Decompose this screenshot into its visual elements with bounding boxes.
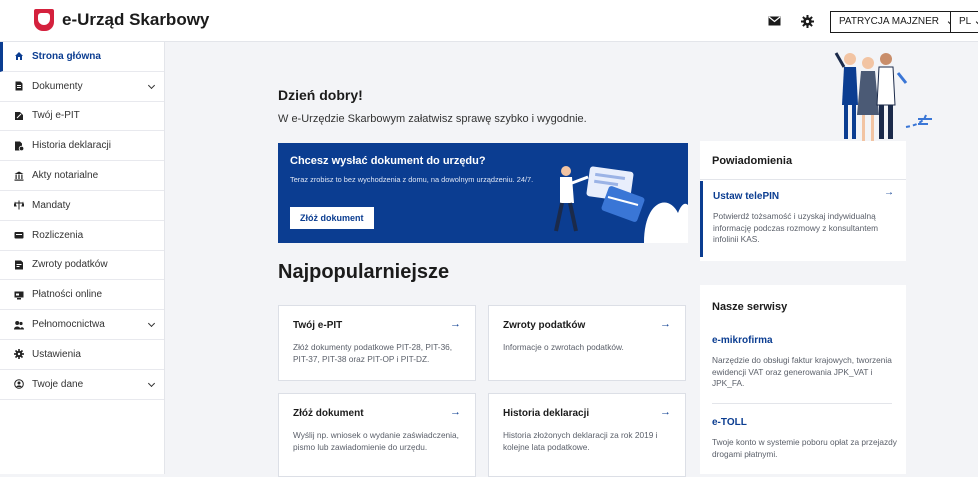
card-title: Złóż dokument [293,408,364,419]
sidebar-item-notary[interactable]: Akty notarialne [0,161,164,191]
card-zwroty-podatkow[interactable]: Zwroty podatków → Informacje o zwrotach … [488,305,686,381]
service-text: Narzędzie do obsługi faktur krajowych, t… [712,355,892,388]
card-text: Wyślij np. wniosek o wydanie zaświadczen… [293,430,459,452]
arrow-right-icon: → [660,406,671,418]
notary-icon [14,171,24,181]
service-text: Twoje konto w systemie poboru opłat za p… [712,437,897,459]
notification-text: Potwierdź tożsamość i uzyskaj indywidual… [713,211,879,244]
card-title: Twój e-PIT [293,320,343,331]
card-text: Złóż dokumenty podatkowe PIT-28, PIT-36,… [293,342,453,364]
fine-icon [14,200,24,210]
card-title: Zwroty podatków [503,320,586,331]
chevron-down-icon [147,320,156,328]
payment-icon [14,291,24,300]
sidebar-item-proxies[interactable]: Pełnomocnictwa [0,310,164,340]
sidebar-item-label: Akty notarialne [32,170,99,182]
services-title: Nasze serwisy [712,301,788,313]
chevron-down-icon [147,81,156,89]
mail-icon[interactable] [766,13,782,29]
user-icon [14,379,24,389]
banner-illustration [554,166,688,243]
top-bar: e-Urząd Skarbowy PATRYCJA MAJZNER PL [0,0,978,42]
arrow-right-icon: → [660,318,671,330]
user-menu-button[interactable]: PATRYCJA MAJZNER [830,11,963,33]
sidebar-item-label: Twoje dane [32,378,84,390]
sidebar-item-label: Mandaty [32,199,71,211]
sidebar-item-label: Ustawienia [32,348,81,360]
home-icon [15,52,23,61]
arrow-right-icon: → [450,318,461,330]
submit-document-button[interactable]: Złóż dokument [290,207,374,229]
history-icon [15,141,24,151]
sidebar-item-documents[interactable]: Dokumenty [0,72,164,102]
services-panel: Nasze serwisy e-mikrofirma Narzędzie do … [700,285,906,474]
sidebar: Strona główna Dokumenty Twój e-PIT Histo… [0,42,165,474]
arrow-right-icon: → [884,187,894,198]
sidebar-item-label: Strona główna [32,50,101,62]
greeting-heading: Dzień dobry! [278,87,363,103]
settlement-icon [14,232,24,239]
people-illustration [834,52,932,141]
notifications-panel: Powiadomienia Ustaw telePIN → Potwierdź … [700,141,906,261]
sidebar-item-settlements[interactable]: Rozliczenia [0,221,164,251]
card-text: Informacje o zwrotach podatków. [503,342,624,352]
popular-section-title: Najpopularniejsze [278,261,450,283]
proxy-icon [14,320,24,330]
arrow-right-icon: → [450,406,461,418]
sidebar-item-label: Dokumenty [32,80,83,92]
sidebar-item-label: Twój e-PIT [32,110,80,122]
card-title: Historia deklaracji [503,408,590,419]
sidebar-item-your-data[interactable]: Twoje dane [0,370,164,400]
sidebar-item-label: Zwroty podatków [32,259,108,271]
notifications-title: Powiadomienia [712,155,793,167]
document-icon [15,81,23,91]
sidebar-item-label: Rozliczenia [32,229,84,241]
sidebar-item-label: Pełnomocnictwa [32,319,105,331]
chevron-down-icon [147,379,156,387]
card-twoj-epit[interactable]: Twój e-PIT → Złóż dokumenty podatkowe PI… [278,305,476,381]
sidebar-item-epit[interactable]: Twój e-PIT [0,102,164,132]
service-link-e-toll[interactable]: e-TOLL [712,417,747,428]
greeting-subtitle: W e-Urzędzie Skarbowym załatwisz sprawę … [278,113,587,125]
sidebar-item-online-payments[interactable]: Płatności online [0,280,164,311]
main-content: Dzień dobry! W e-Urzędzie Skarbowym zała… [166,43,978,477]
telepin-notification[interactable]: Ustaw telePIN → Potwierdź tożsamość i uz… [700,181,906,257]
card-text: Historia złożonych deklaracji za rok 201… [503,430,658,452]
service-link-e-mikrofirma[interactable]: e-mikrofirma [712,335,773,346]
sidebar-item-fines[interactable]: Mandaty [0,191,164,221]
language-select[interactable]: PL [950,11,978,33]
gear-icon [14,349,24,360]
sidebar-item-history[interactable]: Historia deklaracji [0,131,164,162]
banner-text: Teraz zrobisz to bez wychodzenia z domu,… [290,175,534,184]
sidebar-item-refunds[interactable]: Zwroty podatków [0,251,164,281]
refund-icon [15,260,23,270]
poland-emblem-logo[interactable] [34,9,54,31]
notification-title: Ustaw telePIN [713,191,780,202]
brand-title[interactable]: e-Urząd Skarbowy [62,10,209,30]
banner-title: Chcesz wysłać dokument do urzędu? [290,155,486,167]
card-zloz-dokument[interactable]: Złóż dokument → Wyślij np. wniosek o wyd… [278,393,476,477]
sidebar-item-label: Historia deklaracji [32,140,111,152]
gear-icon[interactable] [799,13,815,29]
language-label: PL [959,16,972,27]
card-historia-deklaracji[interactable]: Historia deklaracji → Historia złożonych… [488,393,686,477]
sidebar-item-settings[interactable]: Ustawienia [0,340,164,370]
pit-icon [15,111,23,120]
sidebar-item-label: Płatności online [32,289,103,301]
user-name: PATRYCJA MAJZNER [839,16,940,27]
sidebar-item-home[interactable]: Strona główna [0,42,164,72]
send-document-banner: Chcesz wysłać dokument do urzędu? Teraz … [278,143,688,243]
